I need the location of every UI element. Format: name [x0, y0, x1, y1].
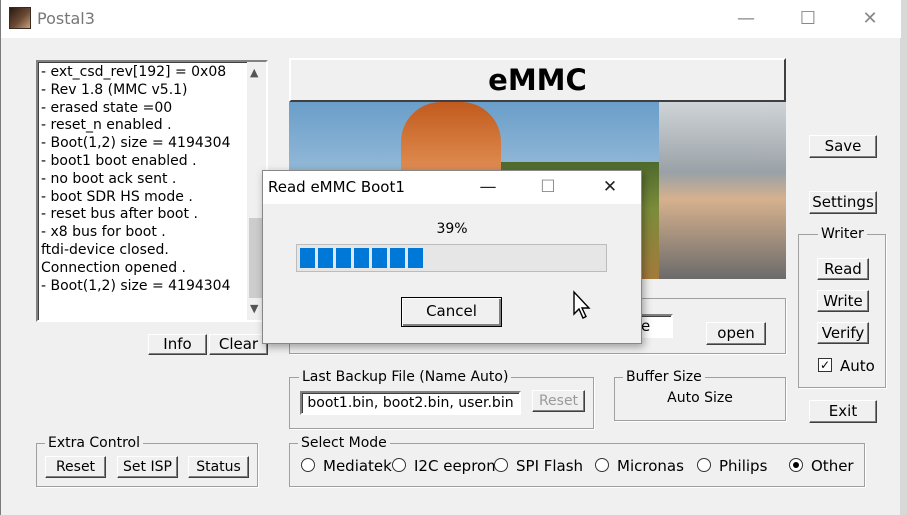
log-line: ftdi-device closed. — [41, 242, 169, 258]
dialog-minimize-button[interactable]: — — [468, 173, 508, 201]
mouse-pointer-icon — [572, 290, 592, 324]
log-line: - reset bus after boot . — [41, 206, 198, 223]
dialog-maximize-button[interactable]: ☐ — [528, 173, 568, 201]
progress-bar — [296, 244, 607, 272]
progress-segment — [336, 248, 351, 268]
mode-label: SPI Flash — [516, 457, 584, 475]
progress-segment — [300, 248, 315, 268]
cancel-button[interactable]: Cancel — [401, 297, 502, 327]
mode-radio-mediatek[interactable] — [301, 458, 315, 472]
exit-button[interactable]: Exit — [809, 400, 877, 423]
buffer-label: Buffer Size — [623, 369, 705, 385]
buffer-value: Auto Size — [667, 390, 733, 406]
emmc-banner: eMMC — [289, 58, 786, 102]
progress-segment — [372, 248, 387, 268]
progress-segment — [390, 248, 405, 268]
maximize-button[interactable]: ☐ — [785, 6, 831, 32]
title-bar: Postal3 — ☐ ✕ — [1, 0, 901, 38]
scroll-up-icon[interactable]: ▲ — [250, 66, 258, 79]
close-button[interactable]: ✕ — [847, 6, 893, 32]
mode-radio-i2c-eeprom[interactable] — [392, 458, 406, 472]
log-line: - Rev 1.8 (MMC v5.1) — [41, 81, 188, 98]
progress-segment — [354, 248, 369, 268]
log-line: - Boot(1,2) size = 4194304 — [41, 277, 231, 294]
mode-radio-micronas[interactable] — [595, 458, 609, 472]
status-button[interactable]: Status — [188, 456, 249, 478]
log-line: - boot1 boot enabled . — [41, 153, 197, 169]
extra-control-label: Extra Control — [45, 435, 144, 451]
log-textarea[interactable]: - ext_csd_rev[192] = 0x08- Rev 1.8 (MMC … — [36, 60, 268, 322]
mode-radio-other[interactable] — [789, 458, 803, 472]
mode-label: I2C eeprom — [414, 457, 501, 475]
app-icon — [9, 7, 31, 29]
settings-button[interactable]: Settings — [809, 191, 877, 214]
minimize-button[interactable]: — — [723, 6, 769, 32]
open-button[interactable]: open — [706, 322, 766, 345]
writer-label: Writer — [818, 226, 867, 242]
progress-segment — [318, 248, 333, 268]
clear-button[interactable]: Clear — [209, 334, 268, 355]
verify-button[interactable]: Verify — [817, 322, 869, 344]
auto-checkbox[interactable]: ✓ — [818, 358, 832, 372]
mode-radio-philips[interactable] — [697, 458, 711, 472]
progress-segment — [408, 248, 423, 268]
mode-label: Micronas — [617, 457, 684, 475]
log-line: - boot SDR HS mode . — [41, 188, 193, 205]
log-line: - x8 bus for boot . — [41, 224, 166, 241]
log-line: Connection opened . — [41, 259, 187, 276]
dialog-title-bar: Read eMMC Boot1 — ☐ ✕ — [263, 171, 641, 204]
dialog-close-button[interactable]: ✕ — [590, 173, 630, 201]
progress-percent: 39% — [436, 221, 468, 237]
log-line: - no boot ack sent . — [41, 170, 177, 187]
read-button[interactable]: Read — [817, 258, 869, 280]
scroll-down-icon[interactable]: ▼ — [250, 302, 258, 315]
auto-label: Auto — [840, 357, 875, 375]
backup-reset-button[interactable]: Reset — [532, 390, 585, 412]
mode-label: Philips — [719, 457, 768, 475]
select-mode-label: Select Mode — [298, 435, 390, 451]
dialog-title: Read eMMC Boot1 — [268, 178, 405, 196]
window-title: Postal3 — [37, 9, 95, 28]
log-line: - ext_csd_rev[192] = 0x08 — [41, 64, 227, 80]
write-button[interactable]: Write — [817, 290, 869, 312]
log-line: - reset_n enabled . — [41, 117, 172, 134]
backup-filename-field[interactable]: boot1.bin, boot2.bin, user.bin — [300, 391, 521, 415]
save-button[interactable]: Save — [809, 135, 877, 158]
mode-radio-spi-flash[interactable] — [494, 458, 508, 472]
set-isp-button[interactable]: Set ISP — [117, 456, 178, 478]
log-line: - Boot(1,2) size = 4194304 — [41, 135, 231, 152]
extra-reset-button[interactable]: Reset — [45, 456, 106, 478]
log-line: - erased state =00 — [41, 99, 173, 116]
backup-label: Last Backup File (Name Auto) — [299, 369, 512, 385]
mode-label: Other — [811, 457, 854, 475]
info-button[interactable]: Info — [148, 334, 207, 355]
mode-label: Mediatek — [323, 457, 392, 475]
